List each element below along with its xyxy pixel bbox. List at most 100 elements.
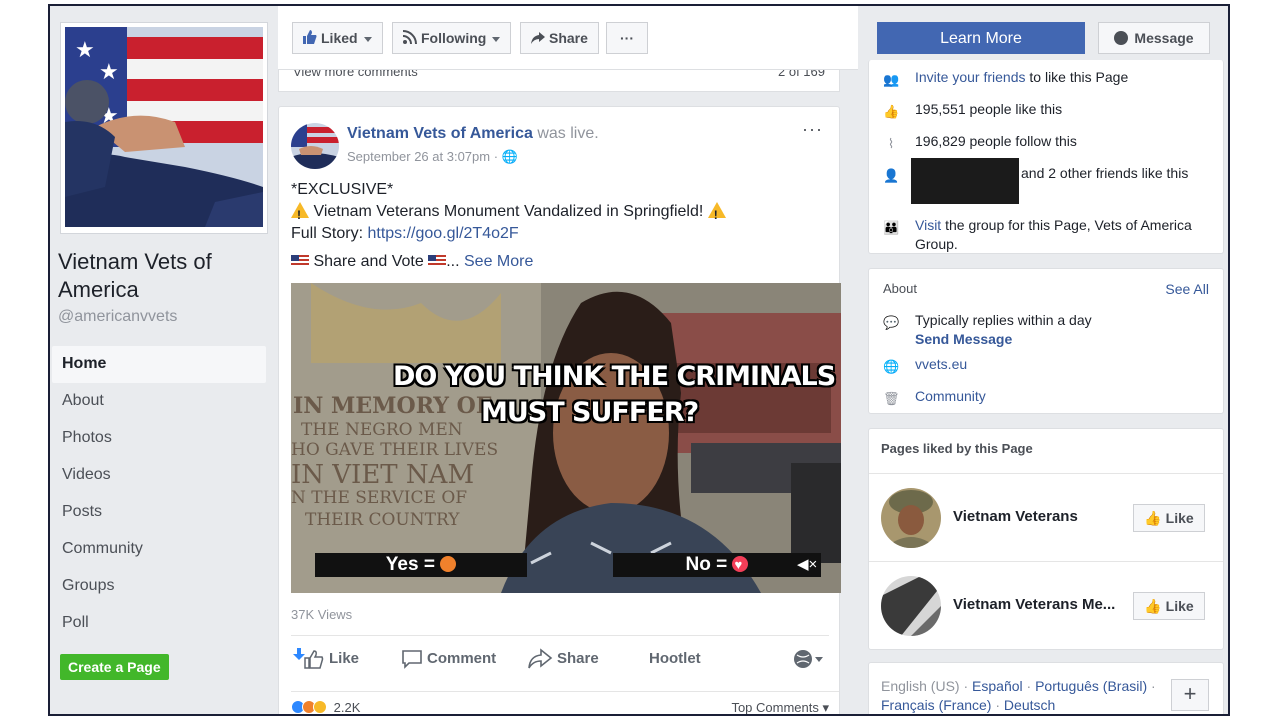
chevron-down-icon — [363, 36, 372, 42]
like-page-label: Like — [1165, 510, 1194, 526]
divider — [291, 635, 829, 636]
post-line-headline: Vietnam Veterans Monument Vandalized in … — [291, 201, 831, 226]
page-handle[interactable]: @americanvvets — [58, 308, 177, 326]
vote-no-banner: No = — [613, 553, 821, 577]
like-label: Like — [329, 650, 360, 667]
profile-picture[interactable]: ★ ★ ★ ★ — [60, 22, 268, 234]
angry-reaction-icon — [440, 556, 457, 572]
share-vote-text: Share and Vote — [313, 253, 424, 270]
post-headline-text: Vietnam Veterans Monument Vandalized in … — [313, 203, 704, 220]
nav-item-posts[interactable]: Posts — [52, 494, 266, 531]
share-page-button[interactable]: Share — [520, 22, 599, 54]
nav-item-videos[interactable]: Videos — [52, 457, 266, 494]
message-button[interactable]: Message — [1098, 22, 1210, 54]
hootlet-action[interactable]: Hootlet — [649, 647, 701, 671]
liked-page-row: Vietnam Veterans Me... 👍 Like — [869, 561, 1223, 649]
about-card: About See All 💬 Typically replies within … — [868, 268, 1224, 414]
message-label: Message — [1134, 30, 1194, 46]
share-label: Share — [557, 650, 599, 667]
add-language-button[interactable]: + — [1171, 679, 1209, 711]
language-link[interactable]: Français (France) — [881, 697, 991, 713]
more-options-button[interactable]: ··· — [606, 22, 648, 54]
story-link[interactable]: https://goo.gl/2T4o2F — [367, 225, 518, 242]
post-body: *EXCLUSIVE* Vietnam Veterans Monument Va… — [291, 179, 831, 273]
language-link[interactable]: Português (Brasil) — [1035, 678, 1147, 694]
see-more-link[interactable]: See More — [464, 253, 533, 270]
post-time-text: September 26 at 3:07pm · — [347, 149, 502, 164]
post-timestamp[interactable]: September 26 at 3:07pm · 🌐 — [347, 149, 518, 165]
share-page-label: Share — [549, 30, 588, 46]
page-action-bar: Liked Following Share ··· — [278, 6, 858, 70]
comment-action[interactable]: Comment — [401, 647, 496, 671]
liked-page-avatar[interactable] — [881, 488, 941, 548]
nav-item-about[interactable]: About — [52, 383, 266, 420]
invite-friends-link[interactable]: Invite your friends — [915, 69, 1026, 85]
create-page-button[interactable]: Create a Page — [60, 654, 169, 680]
svg-text:IN MEMORY OF: IN MEMORY OF — [293, 393, 492, 419]
current-language: English (US) · — [881, 678, 973, 694]
reaction-counts[interactable]: 2.2K — [291, 700, 360, 714]
vote-no-text: No = — [685, 554, 728, 575]
comment-count: 2 of 169 — [778, 70, 825, 79]
likes-count: 195,551 people like this — [915, 101, 1063, 117]
nav-item-poll[interactable]: Poll — [52, 605, 266, 642]
liked-page-avatar[interactable] — [881, 576, 941, 636]
category-row: 🗑 Community — [883, 387, 1213, 406]
liked-button[interactable]: Liked — [292, 22, 383, 54]
visit-group-link[interactable]: Visit — [915, 217, 941, 233]
send-message-link[interactable]: Send Message — [915, 331, 1012, 347]
thumbs-up-icon: 👍 — [1144, 598, 1162, 614]
friends-like-text: and 2 other friends like this — [1021, 165, 1189, 181]
following-button[interactable]: Following — [392, 22, 512, 54]
globe-dropdown-icon — [794, 650, 823, 669]
language-link[interactable]: Deutsch — [1004, 697, 1055, 713]
chevron-down-icon — [492, 36, 501, 42]
audience-selector[interactable] — [793, 647, 829, 671]
like-page-button[interactable]: 👍 Like — [1133, 504, 1205, 532]
post-card: Vietnam Vets of America was live. Septem… — [278, 106, 841, 715]
warning-icon — [291, 202, 309, 226]
reaction-summary: 2.2K Top Comments ▾ — [291, 691, 839, 715]
post-author-avatar[interactable] — [291, 123, 339, 169]
liked-page-name[interactable]: Vietnam Veterans Me... — [953, 596, 1115, 613]
top-comments-label: Top Comments — [731, 700, 819, 715]
website-link[interactable]: vvets.eu — [915, 355, 1213, 374]
thumbs-up-icon: 👍 — [883, 104, 900, 119]
language-separator: · — [1147, 678, 1156, 694]
like-page-button[interactable]: 👍 Like — [1133, 592, 1205, 620]
post-line-vote: Share and Vote ... See More — [291, 251, 831, 273]
post-author-name[interactable]: Vietnam Vets of America — [347, 125, 533, 142]
nav-item-community[interactable]: Community — [52, 531, 266, 568]
svg-text:IN VIET NAM: IN VIET NAM — [291, 460, 474, 490]
profile-picture-image: ★ ★ ★ ★ — [65, 27, 263, 227]
nav-item-photos[interactable]: Photos — [52, 420, 266, 457]
right-column: Learn More Message 👥 Invite your friends … — [868, 6, 1224, 714]
about-heading: About — [883, 281, 917, 296]
view-more-comments-link[interactable]: View more comments — [293, 70, 418, 79]
language-link[interactable]: Español — [972, 678, 1023, 694]
svg-text:★: ★ — [75, 37, 95, 62]
rss-feed-icon: ⌇ — [887, 136, 895, 151]
see-all-link[interactable]: See All — [1165, 281, 1209, 297]
like-page-label: Like — [1165, 598, 1194, 614]
share-action[interactable]: Share — [527, 647, 599, 671]
nav-item-groups[interactable]: Groups — [52, 568, 266, 605]
invite-friends-icon: 👥 — [883, 72, 900, 87]
website-row: 🌐 vvets.eu — [883, 355, 1213, 374]
pages-liked-heading: Pages liked by this Page — [881, 441, 1033, 456]
mute-icon[interactable]: ◀× — [797, 555, 817, 573]
like-action[interactable]: Like — [291, 647, 359, 671]
learn-more-button[interactable]: Learn More — [877, 22, 1085, 54]
post-options-button[interactable]: ··· — [802, 119, 823, 140]
nav-item-home[interactable]: Home — [52, 346, 266, 383]
live-video-player[interactable]: IN MEMORY OF THE NEGRO MEN HO GAVE THEIR… — [291, 283, 841, 593]
top-comments-dropdown[interactable]: Top Comments ▾ — [731, 700, 829, 715]
language-list: English (US) · Español · Português (Bras… — [881, 677, 1171, 714]
language-separator: · — [991, 697, 1004, 713]
category-link[interactable]: Community — [915, 387, 1213, 406]
page-title: Vietnam Vets of America — [58, 249, 212, 302]
liked-page-name[interactable]: Vietnam Veterans — [953, 508, 1078, 525]
warning-icon — [707, 202, 726, 226]
language-separator: · — [1022, 678, 1036, 694]
post-status: was live. — [537, 125, 599, 142]
